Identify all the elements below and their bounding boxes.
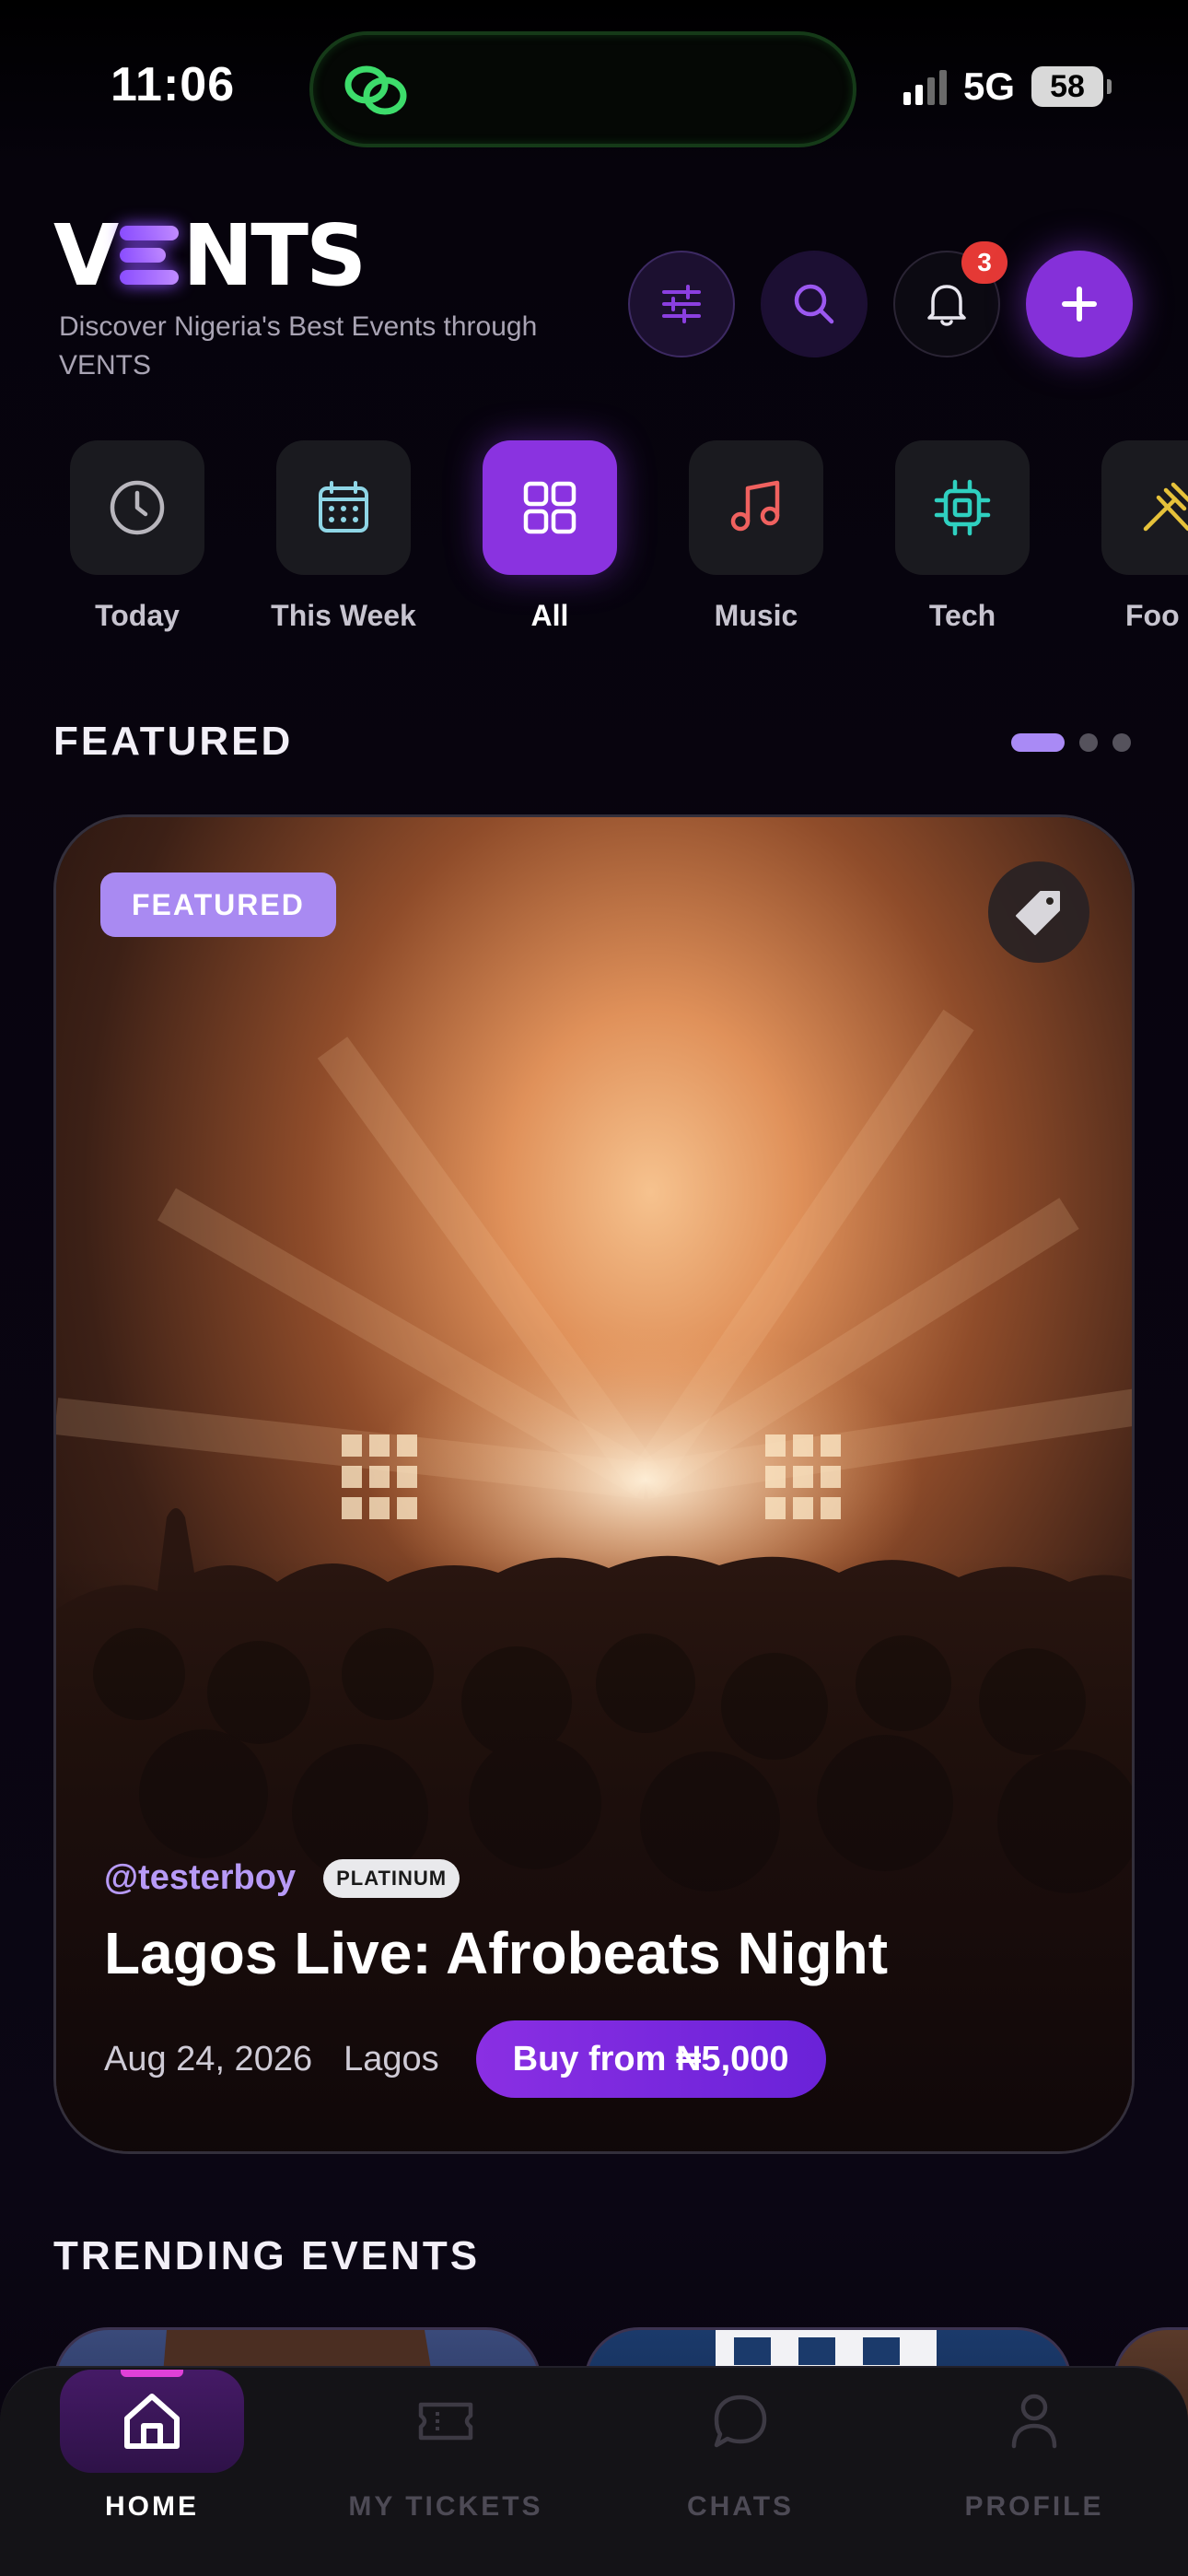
buy-ticket-button[interactable]: Buy from ₦5,000 [475,2020,826,2098]
organizer-tier-badge: PLATINUM [323,1858,460,1898]
chat-bubble-icon [714,2395,767,2448]
carousel-indicator[interactable] [1011,733,1131,752]
signal-bars-icon [903,68,947,105]
category-label: Today [95,599,180,632]
search-icon [794,284,834,324]
category-tile [689,440,823,575]
nav-profile[interactable]: PROFILE [914,2368,1154,2523]
category-music[interactable]: Music [689,440,823,633]
calendar-icon [319,481,368,533]
category-food[interactable]: Foo [1101,440,1188,633]
search-button[interactable] [761,251,868,357]
create-event-button[interactable] [1026,251,1133,357]
network-type: 5G [962,64,1015,108]
featured-event-card[interactable]: FEATURED @testerboy PLATINUM Lagos Live:… [53,814,1135,2154]
nav-label: MY TICKETS [348,2491,543,2522]
category-bar: Today This Week All Music Tech Foo [70,440,1188,633]
home-icon [124,2394,180,2449]
category-label: Tech [928,599,996,632]
price-tag-icon [1016,891,1060,935]
category-tile [895,440,1030,575]
utensils-icon [1143,482,1188,532]
battery-indicator: 58 [1031,66,1112,107]
nav-label: CHATS [686,2491,795,2522]
logo-letters-nts: NTS [182,206,367,305]
category-label: This Week [271,599,416,632]
app-screen: 11:06 5G 58 V NTS Discover Nigeria's Best… [0,0,1188,2576]
ticket-icon [418,2402,473,2441]
nav-icon-container [354,2370,538,2473]
category-tech[interactable]: Tech [895,440,1030,633]
sliders-icon [662,285,701,323]
dynamic-island [309,31,856,147]
nav-icon-container [942,2370,1126,2473]
category-label: Music [714,599,798,632]
carousel-dot[interactable] [1112,733,1131,752]
tagline: Discover Nigeria's Best Events through V… [59,311,538,381]
organizer-handle[interactable]: @testerboy [104,1858,296,1898]
logo-e-mark [120,222,180,288]
event-meta: Aug 24, 2026 Lagos Buy from ₦5,000 [104,2020,826,2098]
grid-icon [523,481,577,534]
chip-icon [934,479,991,536]
status-time: 11:06 [111,58,236,111]
featured-badge: FEATURED [100,872,336,937]
nav-label: PROFILE [964,2491,1104,2522]
clock-icon [110,480,165,535]
category-tile [1101,440,1188,575]
category-tile [276,440,411,575]
status-bar: 11:06 5G 58 [0,0,1188,175]
battery-level: 58 [1050,68,1085,104]
category-label: Foo [1125,599,1180,632]
logo-letter-v: V [53,206,119,305]
bell-icon [927,285,966,326]
nav-chats[interactable]: CHATS [621,2368,860,2523]
filter-button[interactable] [628,251,735,357]
featured-section-title: FEATURED [53,719,294,764]
nav-icon-container [648,2370,833,2473]
music-note-icon [730,480,780,532]
nav-my-tickets[interactable]: MY TICKETS [326,2368,565,2523]
notification-count-badge: 3 [961,241,1007,284]
organizer-row: @testerboy PLATINUM [104,1858,460,1898]
event-title: Lagos Live: Afrobeats Night [104,1920,889,1986]
category-label: All [530,599,569,632]
category-this-week[interactable]: This Week [271,440,416,633]
trending-section-title: TRENDING EVENTS [53,2233,481,2278]
status-indicators: 5G 58 [903,64,1112,109]
category-today[interactable]: Today [70,440,204,633]
link-rings-icon [344,65,407,115]
nav-home[interactable]: HOME [32,2368,272,2523]
event-city: Lagos [344,2039,439,2078]
category-all[interactable]: All [483,440,617,633]
user-icon [1011,2394,1057,2449]
nav-icon-container [60,2370,244,2473]
app-logo: V NTS [53,214,367,299]
category-tile [483,440,617,575]
plus-icon [1062,287,1097,322]
ticket-tag-button[interactable] [988,861,1089,963]
nav-label: HOME [105,2491,199,2522]
carousel-dot-active[interactable] [1011,733,1065,752]
category-tile [70,440,204,575]
carousel-dot[interactable] [1079,733,1098,752]
bottom-navigation: HOME MY TICKETS CHATS PROFILE [0,2366,1188,2576]
event-date: Aug 24, 2026 [104,2039,313,2078]
